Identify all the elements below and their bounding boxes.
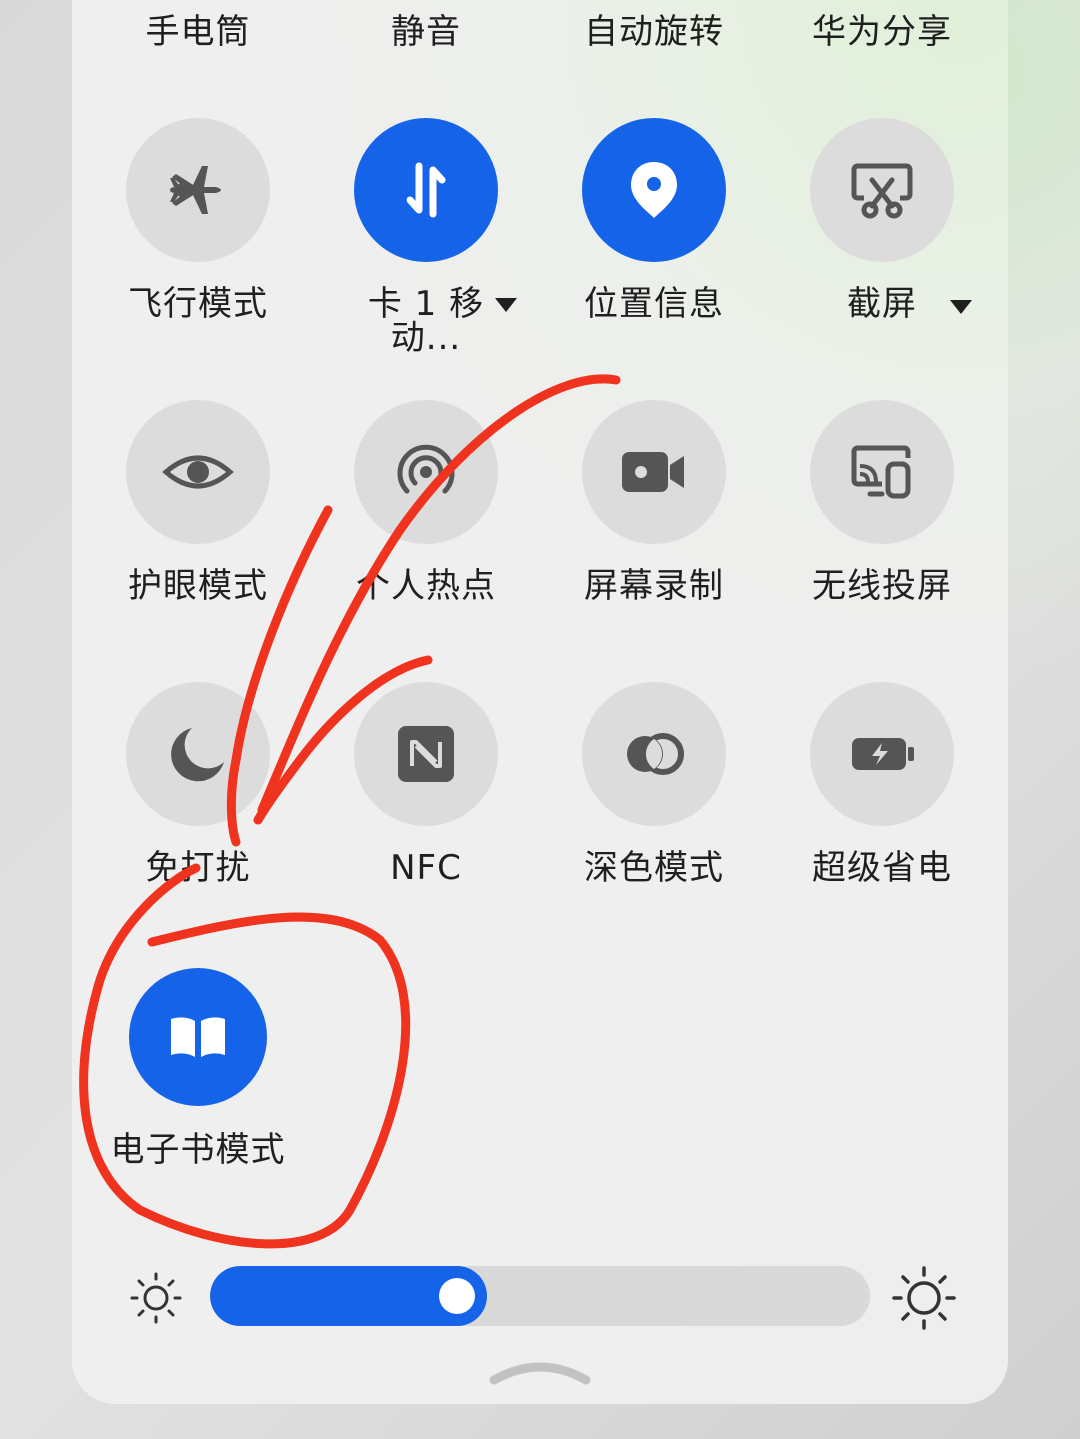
tile-label-flashlight[interactable]: 手电筒 — [83, 4, 313, 53]
tile-button[interactable] — [126, 682, 270, 826]
tile-button[interactable] — [126, 400, 270, 544]
moon-icon — [171, 728, 224, 782]
tile-label-line2: 动... — [390, 318, 462, 358]
tile-button[interactable] — [582, 400, 726, 544]
tile-button[interactable] — [810, 400, 954, 544]
dark-mode-icon — [627, 733, 684, 775]
tile-button[interactable] — [354, 400, 498, 544]
tile-eye-comfort[interactable]: 护眼模式 — [83, 400, 313, 670]
collapse-handle-icon[interactable] — [488, 1350, 592, 1390]
nfc-icon — [398, 726, 454, 782]
tile-button[interactable] — [126, 118, 270, 262]
chevron-down-icon[interactable] — [950, 300, 972, 314]
tile-label: 电子书模式 — [110, 1130, 286, 1170]
tile-button[interactable] — [129, 968, 267, 1106]
brightness-high-icon — [892, 1266, 956, 1330]
tile-nfc[interactable]: NFC — [311, 682, 541, 952]
brightness-slider[interactable] — [210, 1266, 870, 1326]
brightness-thumb[interactable] — [439, 1278, 475, 1314]
tile-button[interactable] — [354, 682, 498, 826]
tile-label: 位置信息 — [584, 284, 724, 324]
tile-ebook-mode[interactable]: 电子书模式 — [83, 968, 313, 1238]
tile-button[interactable] — [810, 118, 954, 262]
tile-battery-saver[interactable]: 超级省电 — [767, 682, 997, 952]
tile-wireless-projection[interactable]: 无线投屏 — [767, 400, 997, 670]
tile-label: 卡 1 移 动... — [311, 284, 541, 356]
tile-button[interactable] — [582, 118, 726, 262]
eye-icon — [162, 455, 234, 489]
tile-dark-mode[interactable]: 深色模式 — [539, 682, 769, 952]
tile-label-huawei-share[interactable]: 华为分享 — [767, 4, 997, 53]
tile-label: 个人热点 — [356, 566, 496, 606]
tile-label: 屏幕录制 — [584, 566, 724, 606]
tile-label: 深色模式 — [584, 848, 724, 888]
tile-label: 无线投屏 — [812, 566, 952, 606]
chevron-down-icon[interactable] — [495, 298, 517, 312]
mobile-data-icon — [406, 162, 446, 218]
tile-label-auto-rotate[interactable]: 自动旋转 — [539, 4, 769, 53]
tile-button[interactable] — [354, 118, 498, 262]
tile-label: 免打扰 — [145, 848, 251, 888]
screenshot-icon — [851, 163, 913, 219]
location-pin-icon — [631, 162, 677, 218]
tile-screen-record[interactable]: 屏幕录制 — [539, 400, 769, 670]
wireless-projection-icon — [851, 445, 911, 499]
battery-saver-icon — [852, 738, 914, 770]
tile-label: 护眼模式 — [128, 566, 268, 606]
tile-airplane-mode[interactable]: 飞行模式 — [83, 118, 313, 388]
brightness-low-icon — [130, 1272, 182, 1324]
tile-location[interactable]: 位置信息 — [539, 118, 769, 388]
tile-button[interactable] — [810, 682, 954, 826]
tile-label: NFC — [390, 848, 462, 888]
screen-record-icon — [622, 452, 684, 492]
book-icon — [171, 1017, 225, 1057]
airplane-icon — [170, 166, 221, 214]
tile-mobile-data[interactable]: 卡 1 移 动... — [311, 118, 541, 388]
tile-label: 飞行模式 — [128, 284, 268, 324]
tile-label-mute[interactable]: 静音 — [311, 4, 541, 53]
tile-label: 超级省电 — [812, 848, 952, 888]
tile-hotspot[interactable]: 个人热点 — [311, 400, 541, 670]
tile-do-not-disturb[interactable]: 免打扰 — [83, 682, 313, 952]
tile-screenshot[interactable]: 截屏 — [767, 118, 997, 388]
tile-button[interactable] — [582, 682, 726, 826]
hotspot-icon — [397, 444, 455, 494]
